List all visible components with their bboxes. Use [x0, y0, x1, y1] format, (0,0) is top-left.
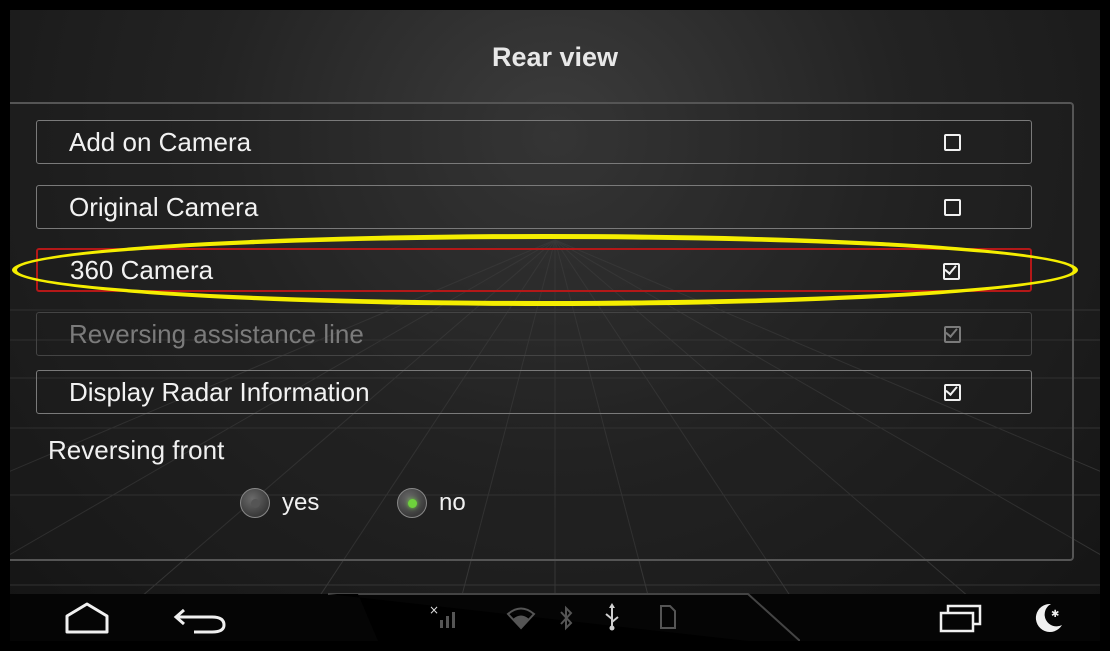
- radio-yes[interactable]: yes: [240, 488, 319, 518]
- checkbox-unchecked-icon[interactable]: [944, 199, 961, 216]
- checkbox-checked-icon[interactable]: [943, 263, 960, 280]
- navigation-bar: × ✱: [10, 593, 1100, 641]
- home-icon[interactable]: [62, 600, 112, 636]
- radio-label: no: [439, 489, 466, 516]
- checkbox-unchecked-icon[interactable]: [944, 134, 961, 151]
- svg-text:✱: ✱: [1051, 609, 1059, 620]
- radio-button-off-icon[interactable]: [240, 488, 270, 518]
- option-label: Reversing assistance line: [69, 318, 364, 349]
- option-original-camera[interactable]: Original Camera: [36, 185, 1032, 229]
- option-360-camera[interactable]: 360 Camera: [36, 248, 1032, 292]
- screen: Rear view Add on Camera Original Camera …: [10, 10, 1100, 641]
- night-mode-icon[interactable]: ✱: [1030, 600, 1066, 636]
- option-label: 360 Camera: [70, 254, 214, 285]
- page-title: Rear view: [491, 42, 619, 72]
- wifi-icon: [505, 604, 537, 632]
- option-label: Add on Camera: [69, 126, 252, 157]
- radio-label: yes: [282, 489, 320, 516]
- checkbox-checked-icon: [944, 326, 961, 343]
- svg-text:×: ×: [429, 604, 439, 617]
- checkbox-checked-icon[interactable]: [944, 384, 961, 401]
- back-icon[interactable]: [170, 602, 230, 636]
- signal-off-icon: ×: [428, 602, 464, 632]
- reversing-front-label: Reversing front: [48, 435, 225, 465]
- radio-no[interactable]: no: [397, 488, 466, 518]
- option-display-radar-information[interactable]: Display Radar Information: [36, 370, 1032, 414]
- sd-card-icon: [658, 603, 678, 631]
- option-add-on-camera[interactable]: Add on Camera: [36, 120, 1032, 164]
- radio-button-on-icon[interactable]: [397, 488, 427, 518]
- recent-apps-icon[interactable]: [938, 602, 984, 634]
- usb-icon: [602, 602, 622, 632]
- bluetooth-icon: [556, 604, 576, 632]
- option-label: Original Camera: [69, 191, 259, 222]
- option-reversing-assistance-line: Reversing assistance line: [36, 312, 1032, 356]
- option-label: Display Radar Information: [69, 376, 370, 407]
